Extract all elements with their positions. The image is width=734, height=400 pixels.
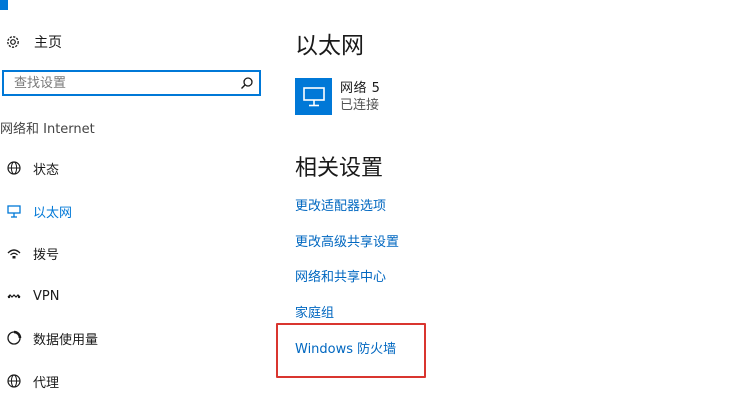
sidebar-item-status[interactable]: 状态 [0, 150, 260, 186]
sidebar-item-label: VPN [33, 288, 60, 304]
sidebar-item-data-usage[interactable]: 数据使用量 [0, 320, 260, 356]
search-icon[interactable] [234, 72, 259, 94]
change-advanced-sharing-link[interactable]: 更改高级共享设置 [295, 231, 399, 250]
settings-window: 主页 网络和 Internet 状态 [0, 0, 734, 400]
home-nav-item[interactable]: 主页 [0, 30, 62, 54]
sidebar-item-label: 数据使用量 [33, 332, 99, 348]
sidebar-item-dialup[interactable]: 拨号 [0, 235, 260, 271]
globe-status-icon [2, 160, 26, 176]
sidebar-item-ethernet[interactable]: 以太网 [0, 193, 260, 229]
proxy-globe-icon [2, 373, 26, 389]
related-settings-title: 相关设置 [295, 156, 384, 181]
sidebar-item-label: 拨号 [33, 247, 60, 263]
sidebar-item-label: 代理 [33, 375, 60, 391]
vpn-icon [2, 288, 26, 304]
search-box [2, 70, 261, 96]
page-title: 以太网 [295, 33, 364, 59]
search-input[interactable] [4, 73, 234, 93]
network-text: 网络 5 已连接 [340, 80, 380, 115]
gear-icon [5, 34, 21, 50]
highlight-annotation-box [276, 323, 426, 378]
sidebar: 主页 网络和 Internet 状态 [0, 0, 270, 400]
homegroup-link[interactable]: 家庭组 [295, 302, 334, 321]
network-name: 网络 5 [340, 81, 381, 96]
sidebar-item-label: 以太网 [33, 205, 73, 221]
data-usage-icon [2, 330, 26, 346]
ethernet-icon [2, 203, 26, 219]
sidebar-item-label: 状态 [33, 162, 60, 178]
change-adapter-options-link[interactable]: 更改适配器选项 [295, 195, 386, 214]
network-sharing-center-link[interactable]: 网络和共享中心 [295, 266, 386, 285]
network-status: 已连接 [340, 98, 380, 113]
section-title: 网络和 Internet [0, 122, 95, 137]
network-connection[interactable]: 网络 5 已连接 [295, 78, 380, 118]
home-label: 主页 [34, 35, 62, 51]
sidebar-item-vpn[interactable]: VPN [0, 278, 260, 314]
sidebar-item-proxy[interactable]: 代理 [0, 363, 260, 399]
ethernet-network-icon [295, 78, 332, 115]
dialup-icon [2, 245, 26, 261]
